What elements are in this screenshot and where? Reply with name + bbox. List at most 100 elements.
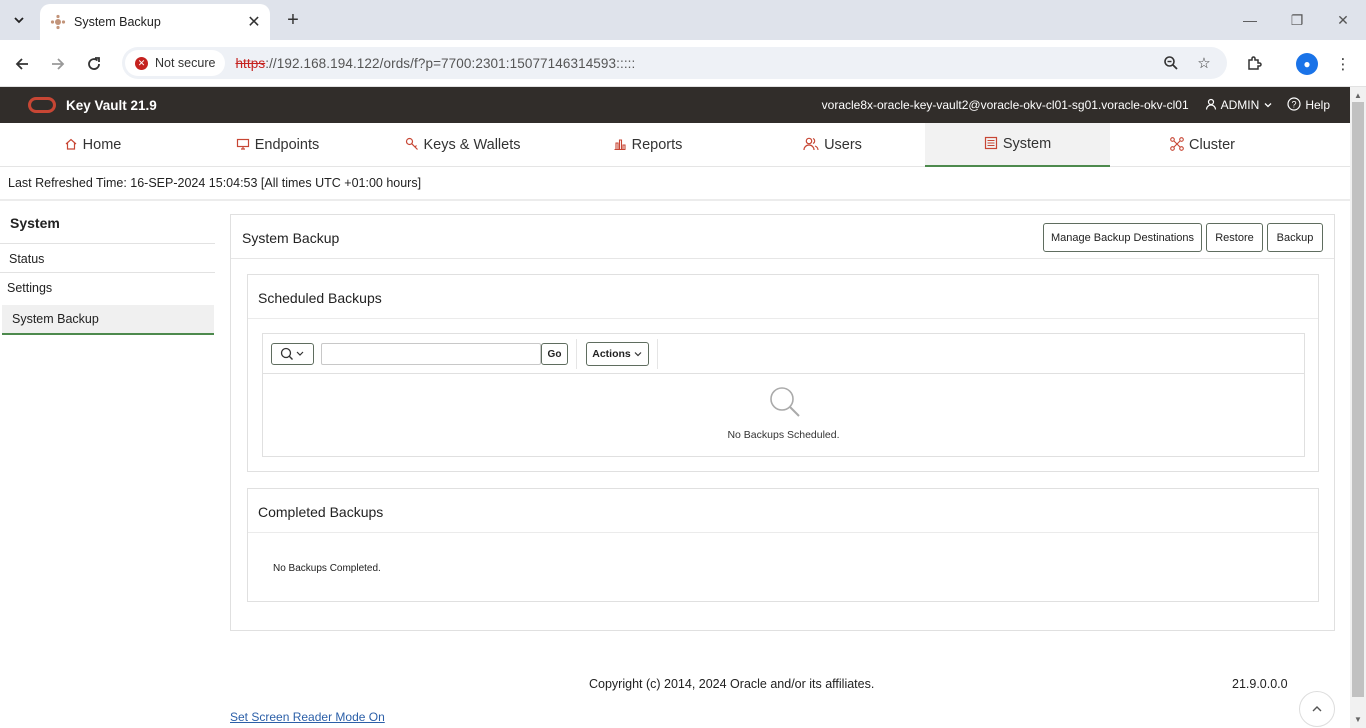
address-bar[interactable]: ✕ Not secure https://192.168.194.122/ord… [122, 47, 1227, 79]
tab-title: System Backup [74, 15, 161, 29]
copyright-text: Copyright (c) 2014, 2024 Oracle and/or i… [589, 677, 875, 691]
tab-system[interactable]: System [925, 123, 1110, 167]
actions-label: Actions [592, 348, 631, 360]
tab-reports[interactable]: Reports [555, 123, 740, 167]
monitor-icon [236, 137, 250, 154]
warning-icon: ✕ [135, 56, 148, 70]
security-chip[interactable]: ✕ Not secure [125, 50, 226, 76]
tab-system-label: System [1002, 136, 1052, 152]
browser-tab-active[interactable]: System Backup ✕ [40, 4, 270, 40]
scroll-up-icon[interactable]: ▲ [1354, 91, 1362, 100]
system-backup-region: System Backup Manage Backup Destinations… [230, 214, 1335, 631]
region-title: System Backup [242, 230, 340, 246]
divider [657, 339, 658, 369]
completed-backups-title: Completed Backups [258, 504, 384, 520]
close-tab-icon[interactable]: ✕ [244, 12, 264, 32]
browser-menu-icon[interactable]: ⋮ [1331, 52, 1355, 76]
tab-cluster[interactable]: Cluster [1110, 123, 1295, 167]
bookmark-star-icon[interactable]: ☆ [1193, 52, 1215, 74]
scroll-down-icon[interactable]: ▼ [1354, 715, 1362, 724]
admin-menu-button[interactable]: ADMIN [1205, 98, 1274, 113]
report-toolbar: Go Actions [262, 333, 1305, 373]
no-scheduled-message: No Backups Scheduled. [727, 429, 840, 441]
sidebar-item-system-backup[interactable]: System Backup [2, 305, 214, 335]
minimize-icon[interactable]: — [1238, 8, 1262, 32]
system-icon [984, 136, 998, 153]
help-link[interactable]: ? Help [1287, 96, 1330, 114]
users-icon [803, 137, 819, 154]
user-path: voracle8x-oracle-key-vault2@voracle-okv-… [821, 98, 1189, 112]
chevron-up-icon [1312, 706, 1322, 712]
key-icon [405, 137, 419, 154]
screen-reader-mode-link[interactable]: Set Screen Reader Mode On [230, 710, 385, 724]
app-title[interactable]: Key Vault 21.9 [66, 98, 157, 113]
tab-cluster-label: Cluster [1189, 137, 1235, 153]
tab-users-label: Users [824, 137, 862, 153]
search-icon [770, 387, 800, 417]
favicon-icon [50, 14, 66, 30]
chevron-down-icon [14, 17, 24, 24]
help-label: Help [1305, 98, 1330, 112]
chevron-down-icon [1264, 103, 1272, 108]
tab-home-label: Home [82, 137, 122, 153]
sidebar: System Status Settings System Backup [0, 201, 215, 701]
zoom-icon[interactable] [1160, 52, 1182, 74]
new-tab-button[interactable]: + [282, 9, 304, 31]
app-header: Key Vault 21.9 voracle8x-oracle-key-vaul… [0, 87, 1350, 123]
sidebar-item-label: System Backup [12, 312, 99, 326]
go-button[interactable]: Go [541, 343, 568, 365]
last-refreshed-text: Last Refreshed Time: 16-SEP-2024 15:04:5… [8, 176, 422, 190]
restore-window-icon[interactable]: ❐ [1285, 8, 1309, 32]
browser-tab-bar: System Backup ✕ + — ❐ ✕ [0, 0, 1366, 40]
chevron-down-icon [634, 352, 642, 357]
extensions-icon[interactable] [1242, 52, 1266, 76]
page-scrollbar[interactable]: ▲ ▼ [1350, 87, 1366, 728]
url-rest: ://192.168.194.122/ords/f?p=7700:2301:15… [265, 55, 636, 71]
reload-icon[interactable] [82, 52, 106, 76]
back-arrow-icon[interactable] [10, 52, 34, 76]
completed-backups-header: Completed Backups [248, 489, 1318, 533]
main-nav: Home Endpoints Keys & Wallets Reports Us… [0, 123, 1350, 167]
help-icon: ? [1287, 96, 1301, 114]
tab-home[interactable]: Home [0, 123, 185, 167]
admin-label: ADMIN [1220, 98, 1260, 112]
report-body: No Backups Scheduled. [262, 373, 1305, 457]
svg-text:?: ? [1292, 99, 1297, 109]
actions-menu-button[interactable]: Actions [586, 342, 649, 366]
search-input[interactable] [321, 343, 541, 365]
forward-arrow-icon[interactable] [46, 52, 70, 76]
profile-button[interactable]: ● [1295, 52, 1319, 76]
divider [576, 339, 577, 369]
search-column-button[interactable] [271, 343, 314, 365]
sidebar-title: System [10, 215, 60, 231]
restore-button[interactable]: Restore [1206, 223, 1263, 252]
bar-chart-icon [613, 137, 627, 154]
user-icon [1205, 98, 1217, 113]
sidebar-item-label: Settings [7, 280, 53, 295]
tab-endpoints[interactable]: Endpoints [185, 123, 370, 167]
browser-toolbar: ✕ Not secure https://192.168.194.122/ord… [0, 40, 1366, 87]
home-icon [64, 137, 78, 154]
scroll-thumb[interactable] [1352, 102, 1364, 697]
tab-keys-wallets[interactable]: Keys & Wallets [370, 123, 555, 167]
sidebar-item-status[interactable]: Status [0, 243, 215, 273]
sidebar-item-settings[interactable]: Settings [0, 272, 215, 302]
scroll-to-top-button[interactable] [1299, 691, 1335, 727]
url-text: https://192.168.194.122/ords/f?p=7700:23… [235, 56, 635, 71]
completed-backups-region: Completed Backups No Backups Completed. [247, 488, 1319, 602]
backup-button[interactable]: Backup [1267, 223, 1323, 252]
scheduled-backups-region: Scheduled Backups Go Actions No Backups … [247, 274, 1319, 472]
url-scheme: https [235, 55, 266, 71]
manage-backup-destinations-button[interactable]: Manage Backup Destinations [1043, 223, 1202, 252]
search-icon [280, 347, 303, 360]
no-completed-message: No Backups Completed. [273, 563, 381, 574]
security-label: Not secure [155, 56, 216, 70]
avatar-icon: ● [1296, 53, 1318, 75]
tab-search-button[interactable] [8, 9, 30, 31]
version-text: 21.9.0.0.0 [1232, 677, 1288, 691]
region-header: System Backup Manage Backup Destinations… [231, 215, 1334, 259]
sidebar-item-label: Status [9, 251, 45, 266]
tab-users[interactable]: Users [740, 123, 925, 167]
close-window-icon[interactable]: ✕ [1331, 8, 1355, 32]
scheduled-backups-header: Scheduled Backups [248, 275, 1318, 319]
